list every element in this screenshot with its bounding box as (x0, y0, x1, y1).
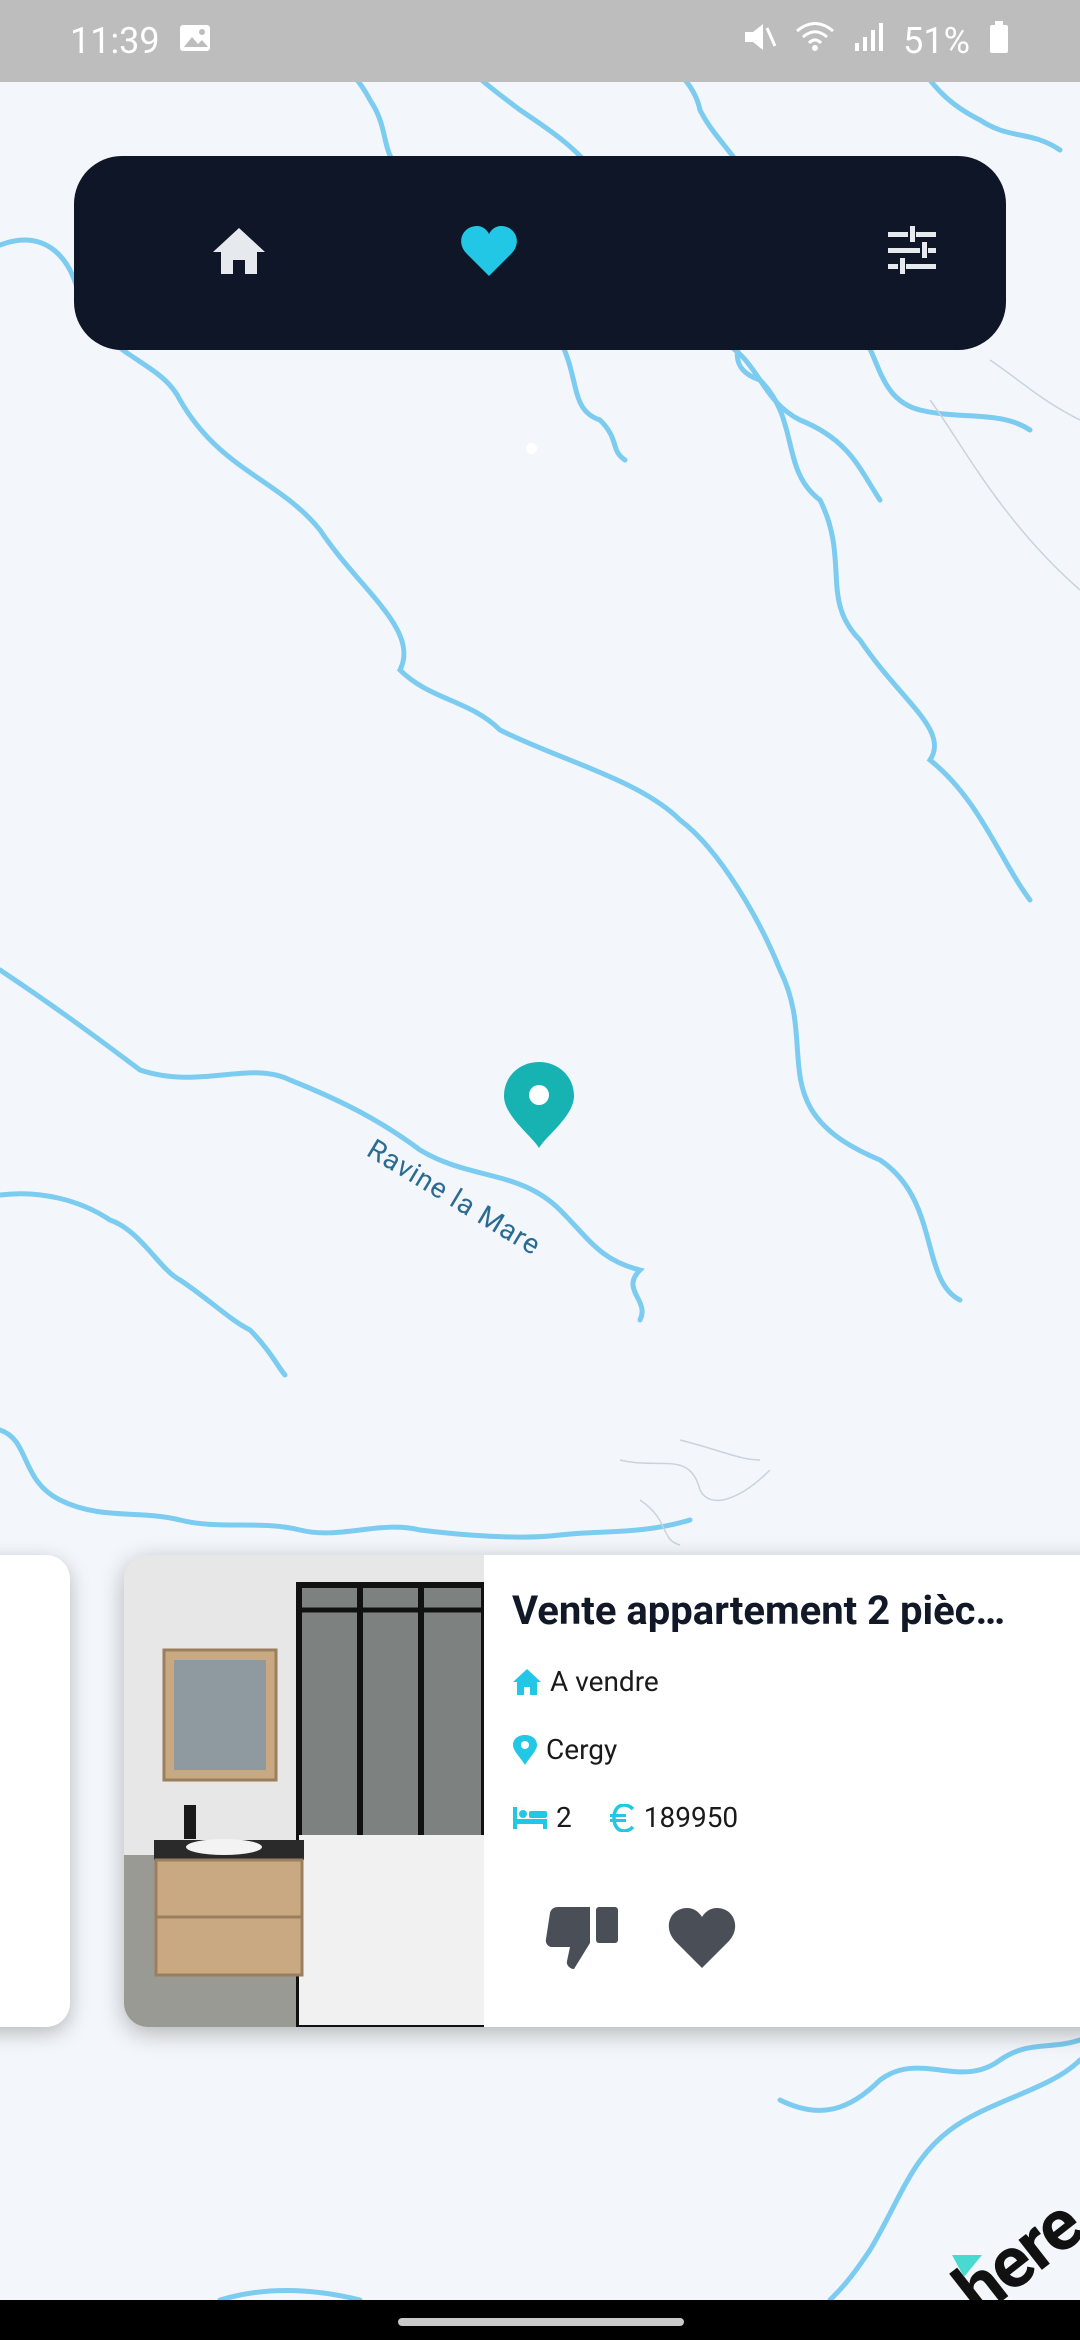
listing-city: Cergy (546, 1733, 618, 1766)
favorites-button[interactable] (444, 206, 534, 296)
top-nav (74, 156, 1006, 454)
listing-status-row: A vendre (512, 1665, 659, 1698)
heart-icon (461, 226, 517, 276)
status-left: 11:39 (70, 20, 212, 62)
thumbs-down-icon (545, 1907, 618, 1969)
listing-info: Vente appartement 2 pièc… A vendre Cergy… (512, 1555, 1080, 2027)
listing-bedrooms: 2 (556, 1801, 572, 1834)
listing-card[interactable]: Vente appartement 2 pièc… A vendre Cergy… (124, 1555, 1080, 2027)
battery-percent: 51% (903, 20, 970, 62)
dislike-button[interactable] (542, 1898, 622, 1978)
home-icon (213, 228, 265, 274)
bed-icon (513, 1806, 547, 1829)
listing-details-row: 2 189950 (512, 1801, 738, 1834)
status-bar: 11:39 51% (0, 0, 1080, 82)
like-button[interactable] (662, 1898, 742, 1978)
active-tab-indicator (526, 443, 537, 454)
wifi-icon (795, 20, 835, 62)
listing-price: 189950 (643, 1801, 739, 1834)
signal-icon (853, 20, 885, 62)
mute-icon (741, 20, 777, 63)
here-logo-mark-icon (952, 2255, 982, 2277)
sliders-icon (888, 226, 936, 274)
listing-status: A vendre (550, 1665, 659, 1698)
battery-icon (988, 20, 1010, 63)
gallery-icon (178, 20, 212, 62)
previous-listing-card[interactable] (0, 1555, 70, 2027)
euro-icon (609, 1803, 634, 1832)
listing-title[interactable]: Vente appartement 2 pièc… (512, 1587, 1080, 1634)
location-icon (513, 1734, 537, 1765)
house-icon (513, 1668, 541, 1695)
filters-button[interactable] (867, 206, 957, 296)
home-button[interactable] (194, 206, 284, 296)
listing-photo[interactable] (124, 1555, 484, 2027)
heart-icon (668, 1908, 736, 1968)
map-pin-icon[interactable] (502, 1060, 576, 1150)
gesture-handle[interactable] (398, 2318, 684, 2326)
status-time: 11:39 (70, 20, 160, 62)
listing-location-row: Cergy (512, 1733, 617, 1766)
status-right: 51% (741, 20, 1010, 63)
